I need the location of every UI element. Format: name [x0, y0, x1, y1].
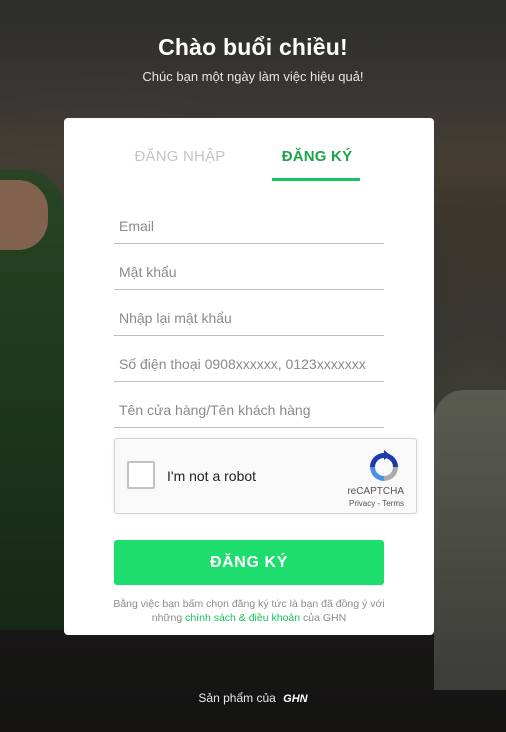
shop-name-field-wrapper [114, 394, 384, 428]
tab-login[interactable]: ĐĂNG NHẬP [120, 148, 240, 182]
confirm-password-field-wrapper [114, 302, 384, 336]
footer: Sản phẩm của GHN [0, 691, 506, 705]
recaptcha-checkbox[interactable] [127, 461, 155, 489]
email-field-wrapper [114, 210, 384, 244]
password-field-wrapper [114, 256, 384, 290]
tab-register[interactable]: ĐĂNG KÝ [257, 148, 377, 182]
terms-text: Bằng việc bạn bấm chọn đăng ký tức là bạ… [104, 597, 394, 625]
recaptcha-links[interactable]: Privacy - Terms [349, 499, 404, 508]
recaptcha-brand: reCAPTCHA [347, 486, 404, 497]
auth-tabs: ĐĂNG NHẬP ĐĂNG KÝ [64, 148, 434, 182]
register-button[interactable]: ĐĂNG KÝ [114, 540, 384, 585]
recaptcha-icon [370, 450, 398, 481]
password-field[interactable] [114, 256, 384, 288]
greeting-subtitle: Chúc bạn một ngày làm việc hiệu quả! [142, 69, 364, 84]
greeting-header: Chào buổi chiều! Chúc bạn một ngày làm v… [0, 34, 506, 84]
shop-name-field[interactable] [114, 394, 384, 426]
email-field[interactable] [114, 210, 384, 242]
active-tab-indicator [272, 178, 360, 181]
ghn-logo: GHN [283, 692, 308, 705]
footer-text: Sản phẩm của [198, 691, 276, 705]
auth-card: ĐĂNG NHẬP ĐĂNG KÝ I'm not a robot reCAPT… [64, 118, 434, 635]
phone-field-wrapper [114, 348, 384, 382]
terms-link[interactable]: chính sách & điều khoản [185, 612, 300, 624]
recaptcha-label: I'm not a robot [167, 468, 257, 484]
recaptcha-widget: I'm not a robot reCAPTCHA Privacy - Term… [114, 438, 417, 514]
greeting-title: Chào buổi chiều! [158, 34, 348, 60]
phone-field[interactable] [114, 348, 384, 380]
confirm-password-field[interactable] [114, 302, 384, 334]
terms-suffix: của GHN [303, 612, 347, 624]
